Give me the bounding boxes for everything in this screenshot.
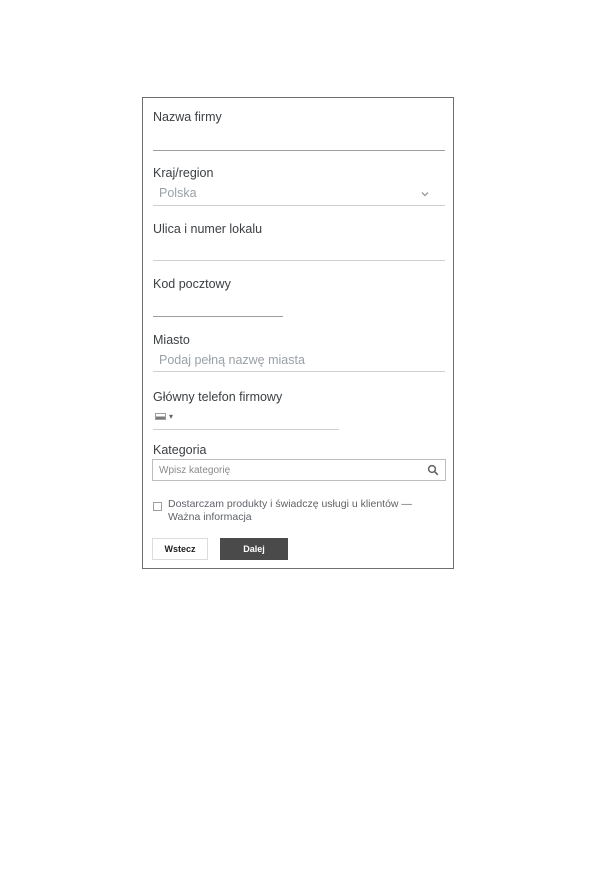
category-label: Kategoria xyxy=(153,443,207,457)
street-underline xyxy=(153,260,445,261)
next-button[interactable]: Dalej xyxy=(220,538,288,560)
dropdown-arrow-icon: ▾ xyxy=(169,412,174,421)
phone-label: Główny telefon firmowy xyxy=(153,390,283,404)
flag-icon xyxy=(155,413,166,420)
company-name-underline xyxy=(153,150,445,151)
country-value: Polska xyxy=(159,186,197,200)
category-search-box xyxy=(152,459,446,481)
street-label: Ulica i numer lokalu xyxy=(153,222,263,236)
city-underline xyxy=(153,371,445,372)
chevron-down-icon xyxy=(421,192,429,197)
city-label: Miasto xyxy=(153,333,190,347)
important-info-link[interactable]: Ważna informacja xyxy=(168,511,438,524)
company-name-field[interactable] xyxy=(153,126,445,150)
postal-code-label: Kod pocztowy xyxy=(153,277,231,291)
phone-field[interactable] xyxy=(183,410,339,428)
country-select[interactable]: Polska xyxy=(153,184,445,204)
phone-underline xyxy=(153,429,339,430)
phone-country-select[interactable]: ▾ xyxy=(143,410,183,424)
postal-code-field[interactable] xyxy=(153,295,283,315)
search-icon[interactable] xyxy=(427,464,439,476)
category-input[interactable] xyxy=(153,460,421,480)
postal-code-underline xyxy=(153,316,283,317)
delivery-checkbox-label: Dostarczam produkty i świadczę usługi u … xyxy=(168,498,438,524)
city-input[interactable]: Podaj pełną nazwę miasta xyxy=(159,353,305,367)
delivery-checkbox[interactable] xyxy=(153,502,162,511)
company-name-label: Nazwa firmy xyxy=(153,110,222,124)
street-field[interactable] xyxy=(153,240,445,260)
back-button[interactable]: Wstecz xyxy=(152,538,208,560)
delivery-text-line1: Dostarczam produkty i świadczę usługi u … xyxy=(168,498,412,510)
country-label: Kraj/region xyxy=(153,166,214,180)
country-underline xyxy=(153,205,445,206)
business-info-form: Nazwa firmy Kraj/region Polska Ulica i n… xyxy=(142,97,454,569)
